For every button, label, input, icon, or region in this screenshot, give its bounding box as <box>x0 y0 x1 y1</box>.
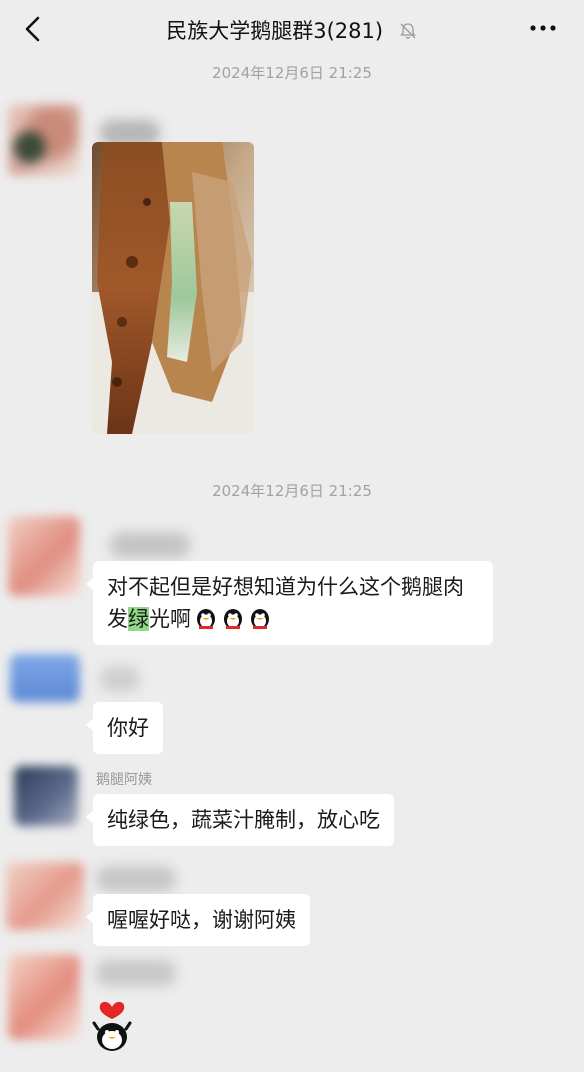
penguin-emoji-icon <box>251 609 269 629</box>
sender-name-redacted <box>96 960 176 986</box>
message-bubble[interactable]: 你好 <box>86 702 163 754</box>
sender-name: 鹅腿阿姨 <box>96 772 152 788</box>
avatar[interactable] <box>8 516 80 596</box>
message-text: 喔喔好哒，谢谢阿姨 <box>107 908 296 932</box>
message-text: 纯绿色，蔬菜汁腌制，放心吃 <box>107 808 380 832</box>
bell-off-icon <box>399 23 416 39</box>
message-timestamp: 2024年12月6日 21:25 <box>212 64 372 82</box>
avatar[interactable] <box>6 862 84 930</box>
chat-title: 民族大学鹅腿群3(281) <box>166 19 384 43</box>
sender-name-redacted <box>110 532 190 558</box>
avatar[interactable] <box>8 104 80 176</box>
chat-header: 民族大学鹅腿群3(281) <box>0 0 584 58</box>
chat-title-row: 民族大学鹅腿群3(281) <box>0 15 584 45</box>
message-text-end: 光啊 <box>149 607 191 631</box>
avatar[interactable] <box>8 954 80 1040</box>
message-bubble[interactable]: 纯绿色，蔬菜汁腌制，放心吃 <box>86 794 394 846</box>
sender-name-redacted <box>100 666 140 692</box>
sender-name-redacted <box>96 866 176 892</box>
message-timestamp: 2024年12月6日 21:25 <box>212 482 372 500</box>
heart-penguin-sticker[interactable] <box>92 993 132 1053</box>
message-text: 你好 <box>107 716 149 740</box>
photo-image <box>92 142 254 434</box>
penguin-emoji-icon <box>224 609 242 629</box>
more-dots-icon[interactable] <box>528 22 558 34</box>
avatar[interactable] <box>14 766 78 826</box>
message-bubble[interactable]: 对不起但是好想知道为什么这个鹅腿肉发绿光啊 <box>86 561 493 645</box>
message-bubble[interactable]: 喔喔好哒，谢谢阿姨 <box>86 894 310 946</box>
highlighted-text: 绿 <box>128 607 149 631</box>
avatar[interactable] <box>10 654 80 702</box>
penguin-emoji-icon <box>197 609 215 629</box>
roast-goose-leg-photo[interactable] <box>92 142 254 434</box>
